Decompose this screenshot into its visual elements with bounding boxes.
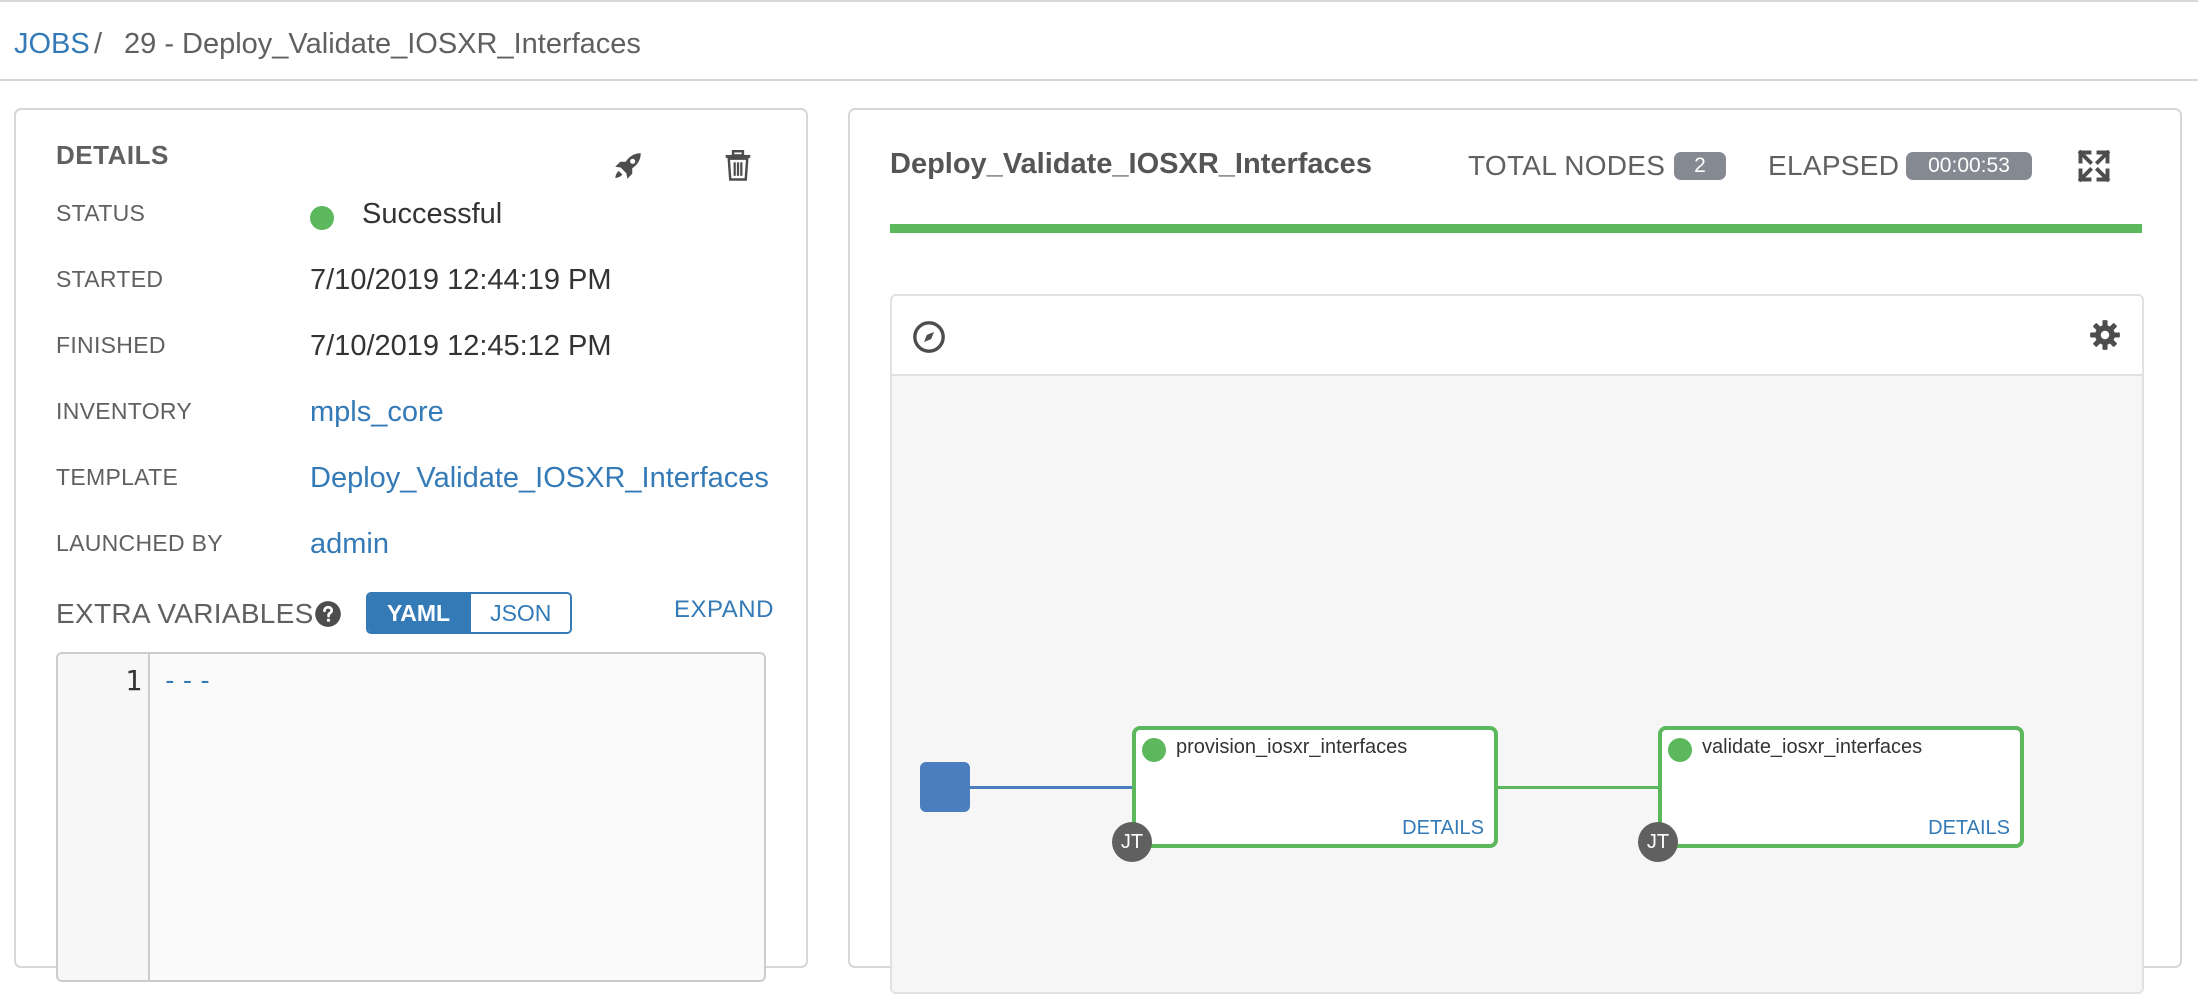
graph-toolbar xyxy=(892,296,2142,376)
trash-icon xyxy=(725,150,751,181)
status-indicator xyxy=(310,206,334,230)
workflow-graph-canvas: provision_iosxr_interfaces DETAILS JT va… xyxy=(890,294,2144,994)
json-toggle-button[interactable]: JSON xyxy=(469,594,571,632)
launched-by-link[interactable]: admin xyxy=(310,528,389,561)
breadcrumb-separator: / xyxy=(94,28,103,60)
breadcrumb-jobs-link[interactable]: JOBS xyxy=(14,26,90,62)
node-details-link[interactable]: DETAILS xyxy=(1402,817,1484,840)
template-label: TEMPLATE xyxy=(56,464,179,490)
inventory-link[interactable]: mpls_core xyxy=(310,396,444,429)
status-label: STATUS xyxy=(56,200,146,226)
relaunch-button[interactable] xyxy=(608,146,648,186)
workflow-title: Deploy_Validate_IOSXR_Interfaces xyxy=(890,148,1372,180)
started-label: STARTED xyxy=(56,266,164,292)
start-edge xyxy=(970,786,1134,789)
code-line: --- xyxy=(162,666,215,696)
finished-value: 7/10/2019 12:45:12 PM xyxy=(310,330,612,362)
extra-variables-label: EXTRA VARIABLES xyxy=(56,598,314,629)
elapsed-label: ELAPSED xyxy=(1768,150,1900,181)
rocket-icon xyxy=(615,153,641,179)
yaml-json-toggle: YAML JSON xyxy=(366,592,573,634)
job-template-badge: JT xyxy=(1112,822,1152,862)
workflow-node-validate[interactable]: validate_iosxr_interfaces DETAILS xyxy=(1658,726,2024,848)
compass-icon[interactable] xyxy=(912,320,946,354)
total-nodes-badge: 2 xyxy=(1674,152,1726,180)
launched-by-label: LAUNCHED BY xyxy=(56,530,223,556)
job-template-badge: JT xyxy=(1638,822,1678,862)
inventory-label: INVENTORY xyxy=(56,398,193,424)
node-name: provision_iosxr_interfaces xyxy=(1176,736,1408,758)
details-panel: DETAILS STATUS Successful STARTED 7/10/2… xyxy=(14,108,808,982)
graph-area: provision_iosxr_interfaces DETAILS JT va… xyxy=(892,376,2142,992)
started-value: 7/10/2019 12:44:19 PM xyxy=(310,264,612,296)
expand-link[interactable]: EXPAND xyxy=(674,596,774,624)
gear-icon[interactable] xyxy=(2088,318,2122,352)
node-status-indicator xyxy=(1142,738,1166,762)
finished-label: FINISHED xyxy=(56,332,166,358)
template-link[interactable]: Deploy_Validate_IOSXR_Interfaces xyxy=(310,462,769,495)
start-node[interactable] xyxy=(920,762,970,812)
line-number: 1 xyxy=(125,664,142,697)
delete-button[interactable] xyxy=(718,146,758,186)
details-heading: DETAILS xyxy=(56,140,169,170)
workflow-panel: Deploy_Validate_IOSXR_Interfaces TOTAL N… xyxy=(848,108,2182,994)
workflow-progress-bar xyxy=(890,224,2142,233)
status-value: Successful xyxy=(362,198,503,230)
node-name: validate_iosxr_interfaces xyxy=(1702,736,1923,758)
editor-gutter: 1 xyxy=(58,654,150,980)
workflow-node-provision[interactable]: provision_iosxr_interfaces DETAILS xyxy=(1132,726,1498,848)
node-status-indicator xyxy=(1668,738,1692,762)
question-circle-icon[interactable] xyxy=(314,600,342,628)
breadcrumb: JOBS / 29 - Deploy_Validate_IOSXR_Interf… xyxy=(0,0,2198,81)
yaml-toggle-button[interactable]: YAML xyxy=(368,594,470,632)
extra-variables-editor[interactable]: 1 --- xyxy=(56,652,766,982)
elapsed-badge: 00:00:53 xyxy=(1906,152,2032,180)
expand-arrows-icon[interactable] xyxy=(2076,148,2112,184)
node-details-link[interactable]: DETAILS xyxy=(1928,817,2010,840)
breadcrumb-current: 29 - Deploy_Validate_IOSXR_Interfaces xyxy=(124,28,641,60)
total-nodes-label: TOTAL NODES xyxy=(1468,150,1666,181)
success-edge xyxy=(1498,786,1662,789)
